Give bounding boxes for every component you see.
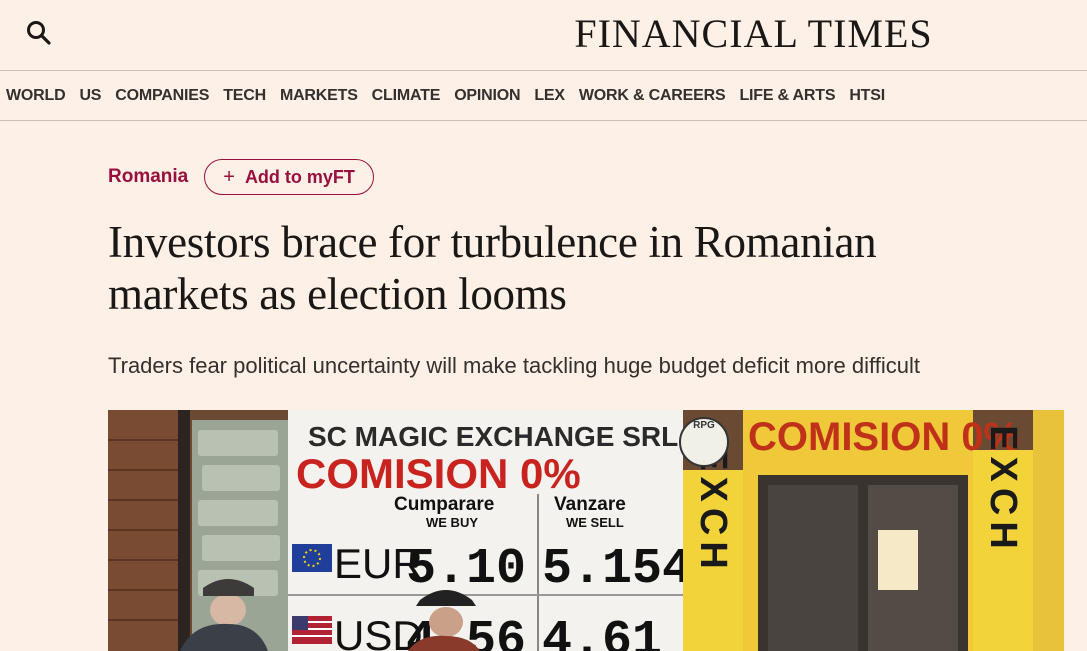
photo-sign-top: SC MAGIC EXCHANGE SRL (308, 421, 678, 452)
top-bar: FINANCIAL TIMES (0, 0, 1087, 71)
photo-col-sell: Vanzare (554, 494, 626, 515)
nav-item-companies[interactable]: COMPANIES (115, 87, 209, 105)
nav-item-opinion[interactable]: OPINION (454, 87, 520, 105)
headline-line-2: markets as election looms (108, 269, 567, 319)
topic-row: Romania + Add to myFT (108, 157, 374, 197)
nav-item-htsi[interactable]: HTSI (849, 87, 885, 105)
nav-item-tech[interactable]: TECH (223, 87, 266, 105)
nav-item-lex[interactable]: LEX (534, 87, 565, 105)
article-photo: SC MAGIC EXCHANGE SRL COMISION 0% Cumpar… (108, 410, 1064, 651)
add-to-myft-label: Add to myFT (244, 166, 355, 187)
photo-usd-sell: 4.61 (542, 613, 662, 651)
photo-col-buy: Cumparare (394, 494, 494, 515)
nav-item-world[interactable]: WORLD (6, 87, 66, 105)
add-to-myft-button[interactable]: + Add to myFT (204, 159, 374, 195)
article-standfirst: Traders fear political uncertainty will … (108, 353, 920, 378)
plus-icon: + (223, 165, 235, 188)
masthead-logo[interactable]: FINANCIAL TIMES (0, 8, 1087, 60)
exchange-office-photo: SC MAGIC EXCHANGE SRL COMISION 0% Cumpar… (108, 410, 1064, 651)
nav-item-work-careers[interactable]: WORK & CAREERS (579, 87, 726, 105)
photo-commission-left: COMISION 0% (296, 450, 581, 497)
nav-item-life-arts[interactable]: LIFE & ARTS (739, 87, 835, 105)
nav-item-us[interactable]: US (79, 87, 101, 105)
photo-badge: RPG (693, 420, 715, 431)
nav-item-markets[interactable]: MARKETS (280, 87, 358, 105)
headline-line-1: Investors brace for turbulence in Romani… (108, 217, 877, 267)
photo-eur-buy: 5.10 (406, 541, 526, 598)
topic-link[interactable]: Romania (108, 166, 188, 188)
nav-item-climate[interactable]: CLIMATE (372, 87, 441, 105)
photo-exch-right: EXCH (982, 425, 1024, 555)
photo-col-sell-sub: WE SELL (566, 515, 624, 530)
main-nav: WORLD US COMPANIES TECH MARKETS CLIMATE OPINIO… (0, 71, 1087, 121)
photo-eur-sell: 5.154 (542, 541, 692, 598)
article-headline: Investors brace for turbulence in Romani… (108, 216, 1048, 320)
photo-col-buy-sub: WE BUY (426, 515, 478, 530)
